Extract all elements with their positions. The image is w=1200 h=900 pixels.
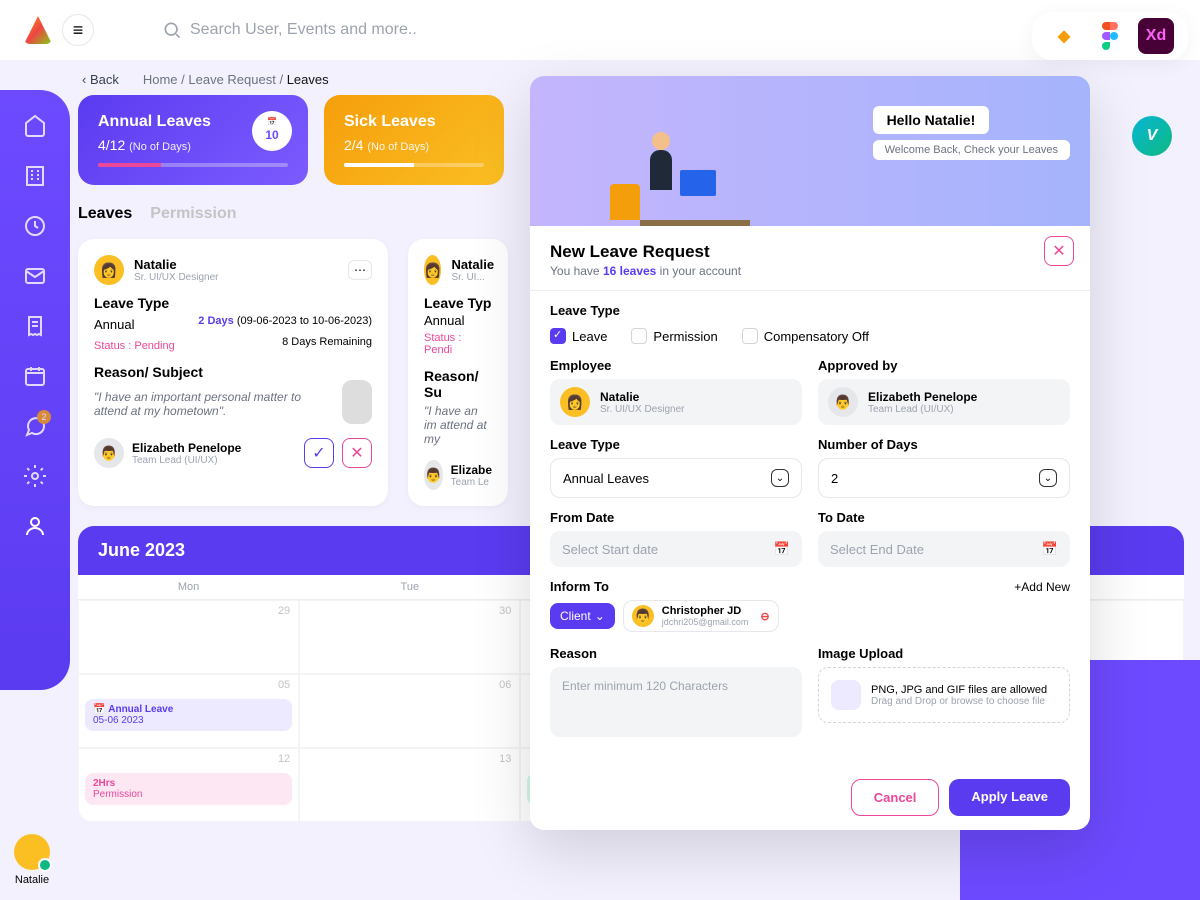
from-date-input[interactable]: Select Start date📅 <box>550 531 802 567</box>
hourglass-icon[interactable] <box>23 214 47 238</box>
avatar: 👩 <box>424 255 441 285</box>
building-icon[interactable] <box>23 164 47 188</box>
calendar-icon: 📅 <box>774 541 790 557</box>
annual-leave-card[interactable]: Annual Leaves 4/12 (No of Days) 📅10 <box>78 95 308 185</box>
chevron-down-icon: ⌄ <box>1039 469 1057 487</box>
breadcrumb: Home / Leave Request / Leaves <box>143 72 329 87</box>
contact-chip: 👨 Christopher JDjdchri205@gmail.com ⊖ <box>623 600 779 632</box>
receipt-icon[interactable] <box>23 314 47 338</box>
employee-field[interactable]: 👩 NatalieSr. UI/UX Designer <box>550 379 802 425</box>
calendar-icon[interactable] <box>23 364 47 388</box>
chevron-down-icon: ⌄ <box>595 609 605 623</box>
apply-button[interactable]: Apply Leave <box>949 779 1070 816</box>
upload-dropzone[interactable]: PNG, JPG and GIF files are allowedDrag a… <box>818 667 1070 723</box>
settings-icon[interactable] <box>23 464 47 488</box>
approver-field[interactable]: 👨 Elizabeth PenelopeTeam Lead (UI/UX) <box>818 379 1070 425</box>
leave-request-card: 👩 NatalieSr. UI... Leave Typ Annual Stat… <box>408 239 508 506</box>
calendar-icon: 📅 <box>1042 541 1058 557</box>
search-placeholder: Search User, Events and more.. <box>190 21 417 39</box>
more-icon[interactable]: ⋯ <box>348 260 372 280</box>
event-annual[interactable]: 📅 Annual Leave05-06 2023 <box>85 699 292 731</box>
mail-icon[interactable] <box>23 264 47 288</box>
chat-icon[interactable]: 2 <box>23 414 47 438</box>
search-input[interactable]: Search User, Events and more.. <box>150 12 1048 48</box>
back-button[interactable]: ‹ Back <box>82 72 119 87</box>
sketch-icon: ◆ <box>1046 18 1082 54</box>
tab-leaves[interactable]: Leaves <box>78 205 132 223</box>
home-icon[interactable] <box>23 114 47 138</box>
avatar: 👩 <box>94 255 124 285</box>
reason-image <box>342 380 373 424</box>
client-chip[interactable]: Client ⌄ <box>550 603 615 629</box>
reason-textarea[interactable]: Enter minimum 120 Characters <box>550 667 802 737</box>
user-icon[interactable] <box>23 514 47 538</box>
remove-contact-button[interactable]: ⊖ <box>760 610 769 623</box>
avatar <box>14 834 50 870</box>
add-new-button[interactable]: +Add New <box>1014 580 1070 594</box>
reject-button[interactable]: ✕ <box>342 438 372 468</box>
event-permission[interactable]: 2HrsPermission <box>85 773 292 805</box>
close-button[interactable]: ✕ <box>1044 236 1074 266</box>
tab-permission[interactable]: Permission <box>150 205 236 223</box>
hamburger-button[interactable]: ≡ <box>62 14 94 46</box>
leave-request-card: 👩 NatalieSr. UI/UX Designer ⋯ Leave Type… <box>78 239 388 506</box>
xd-icon: Xd <box>1138 18 1174 54</box>
to-date-input[interactable]: Select End Date📅 <box>818 531 1070 567</box>
date-badge: 📅10 <box>252 111 292 151</box>
tool-badges: ◆ Xd <box>1032 12 1188 60</box>
figma-icon <box>1092 18 1128 54</box>
new-leave-modal: Hello Natalie! Welcome Back, Check your … <box>530 76 1090 830</box>
days-select[interactable]: 2⌄ <box>818 458 1070 498</box>
current-user[interactable]: Natalie <box>14 834 50 886</box>
sick-leave-card[interactable]: Sick Leaves 2/4 (No of Days) <box>324 95 504 185</box>
image-icon <box>831 680 861 710</box>
app-logo <box>24 16 52 44</box>
checkbox-permission[interactable]: Permission <box>631 328 717 344</box>
sidebar: 2 <box>0 90 70 690</box>
chevron-down-icon: ⌄ <box>771 469 789 487</box>
avatar: 👨 <box>94 438 124 468</box>
brand-badge: V <box>1132 116 1172 156</box>
search-icon <box>162 20 182 40</box>
modal-hero: Hello Natalie! Welcome Back, Check your … <box>530 76 1090 226</box>
checkbox-compoff[interactable]: Compensatory Off <box>742 328 869 344</box>
leave-type-select[interactable]: Annual Leaves⌄ <box>550 458 802 498</box>
cancel-button[interactable]: Cancel <box>851 779 940 816</box>
approve-button[interactable]: ✓ <box>304 438 334 468</box>
modal-title: New Leave Request <box>550 242 1070 262</box>
checkbox-leave[interactable]: Leave <box>550 328 607 344</box>
